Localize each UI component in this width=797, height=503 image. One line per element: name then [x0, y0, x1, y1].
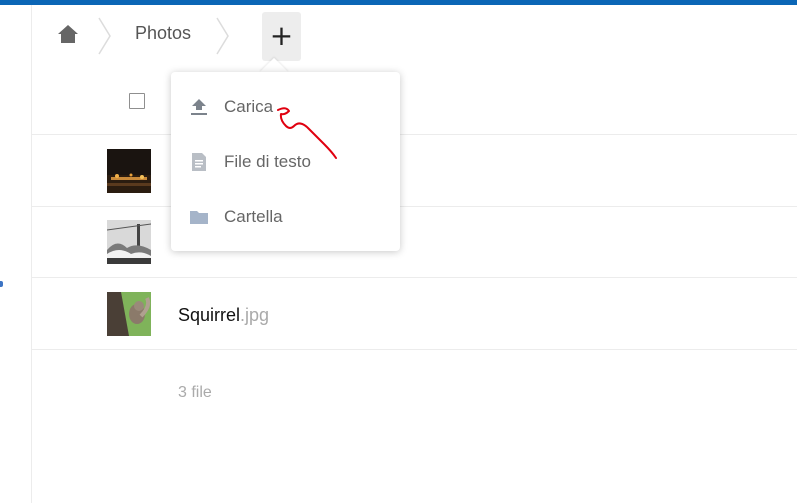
home-icon[interactable] — [54, 19, 82, 49]
menu-item-upload[interactable]: Carica — [171, 82, 400, 132]
menu-item-label: File di testo — [224, 152, 311, 171]
menu-item-text-file[interactable]: File di testo — [171, 137, 400, 187]
text-file-icon — [189, 152, 209, 172]
menu-item-label: Cartella — [224, 207, 283, 226]
plus-icon: + — [269, 18, 294, 52]
app-navigation-collapsed — [0, 5, 32, 503]
navigation-toggle-marker[interactable] — [0, 281, 3, 287]
night-city-photo — [107, 149, 151, 193]
breadcrumb-photos[interactable]: Photos — [135, 23, 191, 44]
file-thumbnail[interactable] — [107, 292, 151, 336]
file-thumbnail[interactable] — [107, 149, 151, 193]
folder-icon — [189, 207, 209, 227]
menu-item-folder[interactable]: Cartella — [171, 192, 400, 242]
menu-item-label: Carica — [224, 97, 274, 116]
upload-icon — [189, 97, 209, 117]
table-row[interactable]: Squirrel.jpg — [32, 279, 797, 350]
select-all-checkbox[interactable] — [129, 93, 145, 109]
table-row[interactable] — [32, 136, 797, 207]
file-name[interactable]: Squirrel.jpg — [178, 305, 269, 326]
file-count-summary: 3 file — [178, 384, 212, 401]
new-file-menu: Carica File di testo Cartella — [171, 72, 400, 251]
new-button[interactable]: + — [262, 12, 301, 61]
breadcrumb: Photos + — [32, 5, 797, 67]
breadcrumb-separator — [98, 17, 111, 55]
breadcrumb-separator — [216, 17, 229, 55]
file-list-header — [32, 67, 797, 135]
file-thumbnail[interactable] — [107, 220, 151, 264]
bridge-waves-photo — [107, 220, 151, 264]
squirrel-photo — [107, 292, 151, 336]
table-row[interactable] — [32, 207, 797, 278]
